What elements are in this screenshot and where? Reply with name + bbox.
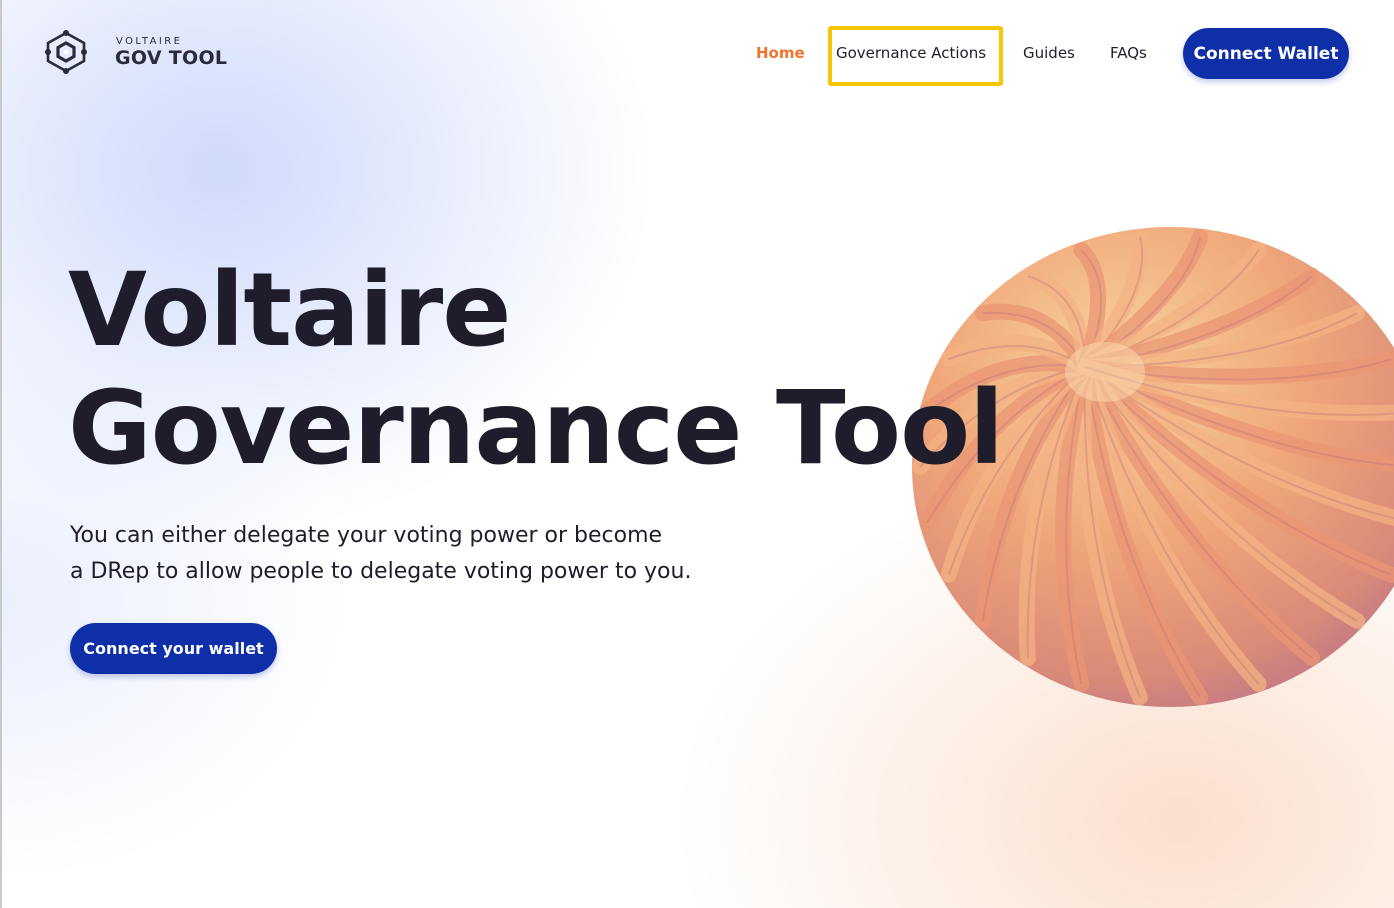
connect-wallet-button[interactable]: Connect Wallet [1183,28,1349,79]
brand-name[interactable]: GOV TOOL [115,47,227,69]
hero-subtitle-line-1: You can either delegate your voting powe… [70,523,663,548]
nav-guides-link[interactable]: Guides [1023,44,1075,62]
hero-subtitle: You can either delegate your voting powe… [70,518,750,590]
hero-subtitle-line-2: a DRep to allow people to delegate votin… [70,559,692,584]
brand-label: VOLTAIRE [116,36,183,47]
hero-title-line-1: Voltaire [68,251,511,370]
window-edge [0,0,2,908]
hero-title-line-2: Governance Tool [68,369,1004,488]
nav-faqs-link[interactable]: FAQs [1110,44,1147,62]
hero-title: Voltaire Governance Tool [68,251,1004,488]
nav-home-link[interactable]: Home [756,44,805,62]
connect-your-wallet-button[interactable]: Connect your wallet [70,623,277,674]
hexagon-network-icon[interactable] [42,30,90,74]
page: VOLTAIRE GOV TOOL Home Governance Action… [0,0,1394,908]
nav-governance-actions-link[interactable]: Governance Actions [836,44,986,62]
